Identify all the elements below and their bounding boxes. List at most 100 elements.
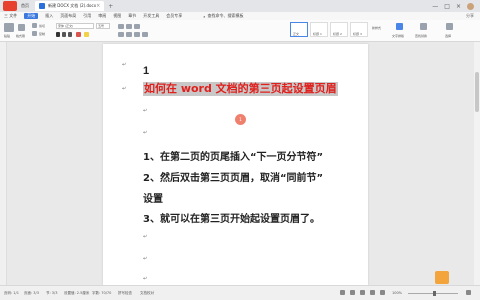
font-family-value: 宋体 (正文) bbox=[58, 24, 74, 28]
minimize-button[interactable]: — bbox=[432, 3, 438, 10]
document-tab-title: 新建 DOCX 文档 (2).docx bbox=[48, 3, 97, 8]
style-heading-1-label: 标题 1 bbox=[313, 32, 322, 36]
new-style-button[interactable]: 新样式 bbox=[372, 26, 381, 30]
menu-sections[interactable]: 章节 bbox=[128, 13, 136, 19]
line-number-one: 1 bbox=[143, 65, 150, 77]
menu-references[interactable]: 引用 bbox=[83, 13, 91, 19]
indent-icon[interactable] bbox=[134, 24, 140, 29]
bullets-icon[interactable] bbox=[118, 24, 124, 29]
align-right-icon[interactable] bbox=[134, 32, 140, 37]
font-size-select[interactable]: 五号 bbox=[96, 23, 110, 29]
paste-icon[interactable] bbox=[4, 23, 14, 32]
font-size-value: 五号 bbox=[98, 24, 105, 28]
paragraph-mark: ↵ bbox=[143, 256, 148, 262]
title-bar: 首页 新建 DOCX 文档 (2).docx × + — □ × bbox=[0, 0, 480, 12]
style-heading-2[interactable]: 标题 2 bbox=[330, 22, 348, 37]
eye-protection-icon[interactable] bbox=[340, 290, 345, 295]
menu-insert[interactable]: 插入 bbox=[45, 13, 53, 19]
select-icon[interactable] bbox=[446, 23, 453, 30]
step-2-continued: 设置 bbox=[143, 194, 163, 205]
mouse-cursor-indicator: 1 bbox=[235, 114, 246, 125]
paste-label: 粘贴 bbox=[4, 34, 11, 38]
paragraph-mark: ↵ bbox=[143, 276, 148, 282]
cut-icon[interactable] bbox=[32, 23, 37, 28]
menu-review[interactable]: 审阅 bbox=[98, 13, 106, 19]
floating-assistant-icon[interactable] bbox=[435, 271, 449, 284]
status-page[interactable]: 页码: 1/1 bbox=[4, 291, 19, 296]
numbering-icon[interactable] bbox=[126, 24, 132, 29]
document-page[interactable]: ↵ 1 ↵ 如何在 word 文档的第三页起设置页眉 ↵ ↵ 1、在第二页的页尾… bbox=[103, 44, 368, 285]
maximize-button[interactable]: □ bbox=[444, 3, 450, 10]
word-doc-icon bbox=[39, 3, 45, 9]
window-controls: — □ × bbox=[432, 3, 461, 10]
style-heading-3-label: 标题 3 bbox=[353, 32, 362, 36]
cursor-badge: 1 bbox=[239, 117, 242, 122]
wps-writer-window: 首页 新建 DOCX 文档 (2).docx × + — □ × 三 文件 开始… bbox=[0, 0, 480, 300]
menu-bar: 三 文件 开始 插入 页面布局 引用 审阅 视图 章节 开发工具 会员专享 ⌕ … bbox=[0, 12, 480, 20]
menu-developer[interactable]: 开发工具 bbox=[143, 13, 159, 19]
document-canvas: ↵ 1 ↵ 如何在 word 文档的第三页起设置页眉 ↵ ↵ 1、在第二页的页尾… bbox=[0, 42, 480, 285]
menu-file[interactable]: 三 文件 bbox=[4, 13, 17, 19]
ribbon-toolbar: 粘贴 格式刷 剪切 复制 宋体 (正文) 五号 正文 标题 1 标题 2 标题 … bbox=[0, 20, 480, 42]
vertical-ruler bbox=[0, 42, 7, 285]
search-icon: ⌕ bbox=[203, 13, 206, 19]
scrollbar-thumb[interactable] bbox=[475, 72, 479, 112]
menu-view[interactable]: 视图 bbox=[113, 13, 121, 19]
menu-member[interactable]: 会员专享 bbox=[166, 13, 182, 19]
font-family-select[interactable]: 宋体 (正文) bbox=[56, 23, 94, 29]
find-replace-label: 查找替换 bbox=[415, 34, 428, 38]
doc-proofread-button[interactable]: 文档校对 bbox=[140, 291, 154, 296]
status-section: 节: 3/3 bbox=[46, 291, 58, 295]
outline-view-icon[interactable] bbox=[360, 290, 365, 295]
step-1: 1、在第二页的页尾插入“下一页分节符” bbox=[143, 152, 324, 163]
format-painter-icon[interactable] bbox=[18, 24, 25, 31]
menu-page-layout[interactable]: 页面布局 bbox=[60, 13, 76, 19]
style-normal[interactable]: 正文 bbox=[290, 22, 308, 37]
style-heading-1[interactable]: 标题 1 bbox=[310, 22, 328, 37]
page-view-icon[interactable] bbox=[350, 290, 355, 295]
format-painter-label: 格式刷 bbox=[16, 34, 26, 38]
command-search-label: 查找命令、搜索模板 bbox=[207, 13, 244, 18]
italic-icon[interactable] bbox=[62, 32, 66, 37]
align-left-icon[interactable] bbox=[118, 32, 124, 37]
paragraph-mark: ↵ bbox=[122, 86, 127, 92]
bold-icon[interactable] bbox=[56, 32, 60, 37]
text-layout-icon[interactable] bbox=[396, 23, 403, 30]
font-color-icon[interactable] bbox=[76, 32, 81, 37]
style-normal-label: 正文 bbox=[293, 32, 300, 36]
status-word-count[interactable]: 字数: 70/70 bbox=[92, 291, 111, 296]
web-view-icon[interactable] bbox=[370, 290, 375, 295]
style-heading-3[interactable]: 标题 3 bbox=[350, 22, 368, 37]
cut-label: 剪切 bbox=[39, 24, 46, 28]
new-tab-button[interactable]: + bbox=[108, 3, 113, 10]
fit-window-icon[interactable] bbox=[466, 290, 471, 295]
align-center-icon[interactable] bbox=[126, 32, 132, 37]
status-bar: 页码: 1/1 页面: 3/3 节: 3/3 设置值: 2.5厘米 字数: 70… bbox=[0, 285, 480, 300]
document-tab[interactable]: 新建 DOCX 文档 (2).docx × bbox=[35, 1, 105, 11]
paragraph-mark: ↵ bbox=[143, 234, 148, 240]
find-replace-icon[interactable] bbox=[420, 23, 427, 30]
justify-icon[interactable] bbox=[142, 32, 148, 37]
document-title: 如何在 word 文档的第三页起设置页眉 bbox=[143, 82, 338, 96]
zoom-slider-handle[interactable] bbox=[433, 291, 436, 296]
close-tab-icon[interactable]: × bbox=[96, 3, 100, 9]
underline-icon[interactable] bbox=[68, 32, 72, 37]
zoom-level[interactable]: 100% bbox=[392, 291, 402, 295]
style-heading-2-label: 标题 2 bbox=[333, 32, 342, 36]
close-window-button[interactable]: × bbox=[456, 3, 461, 10]
step-3: 3、就可以在第三页开始起设置页眉了。 bbox=[143, 214, 320, 225]
highlight-icon[interactable] bbox=[84, 32, 89, 37]
vertical-scrollbar[interactable] bbox=[474, 42, 480, 285]
menu-home[interactable]: 开始 bbox=[24, 13, 39, 19]
copy-icon[interactable] bbox=[32, 31, 37, 36]
paragraph-mark: ↵ bbox=[122, 62, 127, 68]
spell-check-button[interactable]: 拼写检查 bbox=[118, 291, 132, 296]
home-tab[interactable]: 首页 bbox=[21, 3, 29, 9]
command-search[interactable]: ⌕ 查找命令、搜索模板 bbox=[203, 13, 243, 19]
avatar[interactable] bbox=[467, 2, 474, 10]
read-mode-icon[interactable] bbox=[380, 290, 385, 295]
wps-logo-icon[interactable] bbox=[3, 1, 17, 11]
step-2: 2、然后双击第三页页眉，取消“同前节” bbox=[143, 173, 324, 184]
text-layout-label: 文字排版 bbox=[392, 34, 405, 38]
share-button[interactable]: 分享 bbox=[466, 13, 474, 19]
